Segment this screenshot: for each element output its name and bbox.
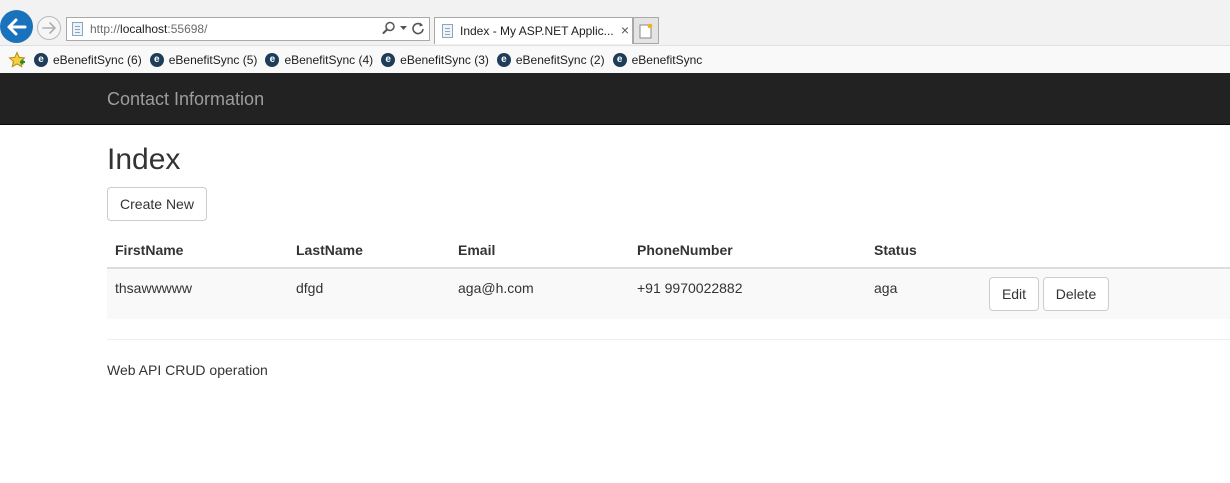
ie-icon: e (34, 52, 48, 67)
address-bar[interactable]: http://localhost:55698/ (66, 17, 430, 41)
search-icon[interactable] (382, 21, 396, 35)
favorite-link[interactable]: e eBenefitSync (612, 52, 702, 67)
new-tab-button[interactable] (633, 17, 659, 44)
tab-page-icon (442, 24, 453, 38)
favorites-star-icon[interactable] (8, 50, 26, 69)
column-header-firstname: FirstName (107, 232, 288, 269)
favorite-link[interactable]: e eBenefitSync (3) (381, 52, 489, 67)
tab-index[interactable]: Index - My ASP.NET Applic... × (434, 17, 633, 44)
footer-text: Web API CRUD operation (107, 362, 268, 378)
ie-icon: e (612, 52, 627, 67)
ie-icon: e (265, 52, 280, 67)
back-button[interactable] (0, 10, 33, 43)
footer-divider (107, 339, 1230, 340)
ie-icon: e (149, 52, 164, 67)
ie-icon: e (381, 52, 396, 67)
column-header-email: Email (450, 232, 629, 269)
page-title: Index (107, 143, 181, 176)
cell-lastname: dfgd (288, 267, 450, 319)
edit-button[interactable]: Edit (989, 277, 1039, 311)
tab-title: Index - My ASP.NET Applic... (460, 24, 614, 38)
column-header-status: Status (866, 232, 981, 269)
favorites-bar: e eBenefitSync (6) e eBenefitSync (5) e eBe… (0, 45, 1230, 73)
favorite-link[interactable]: e eBenefitSync (5) (149, 52, 257, 67)
contacts-table: FirstName LastName Email PhoneNumber Sta… (107, 232, 1230, 319)
favorite-link[interactable]: e eBenefitSync (2) (496, 52, 605, 67)
create-new-button[interactable]: Create New (107, 187, 207, 221)
favorite-link[interactable]: e eBenefitSync (6) (34, 52, 142, 67)
column-header-actions (981, 232, 1230, 269)
back-arrow-icon (7, 18, 26, 35)
url-text: http://localhost:55698/ (90, 22, 208, 36)
cell-actions: Edit Delete (981, 267, 1230, 319)
favorite-link[interactable]: e eBenefitSync (4) (265, 52, 373, 67)
navbar-brand[interactable]: Contact Information (107, 89, 264, 110)
table-row: thsawwwww dfgd aga@h.com +91 9970022882 … (107, 267, 1230, 319)
refresh-icon[interactable] (411, 21, 425, 35)
forward-arrow-icon (42, 22, 56, 34)
table-header-row: FirstName LastName Email PhoneNumber Sta… (107, 232, 1230, 269)
cell-firstname: thsawwwww (107, 267, 288, 319)
browser-chrome: http://localhost:55698/ Index - My ASP.N… (0, 0, 1230, 73)
column-header-lastname: LastName (288, 232, 450, 269)
forward-button[interactable] (37, 16, 61, 40)
site-navbar: Contact Information (0, 73, 1230, 125)
new-tab-icon (639, 23, 653, 38)
page-icon (72, 22, 83, 36)
cell-phonenumber: +91 9970022882 (629, 267, 866, 319)
tab-close-icon[interactable]: × (621, 21, 629, 39)
delete-button[interactable]: Delete (1043, 277, 1109, 311)
dropdown-icon[interactable] (399, 24, 408, 32)
cell-email: aga@h.com (450, 267, 629, 319)
column-header-phonenumber: PhoneNumber (629, 232, 866, 269)
cell-status: aga (866, 267, 981, 319)
ie-icon: e (496, 52, 511, 67)
